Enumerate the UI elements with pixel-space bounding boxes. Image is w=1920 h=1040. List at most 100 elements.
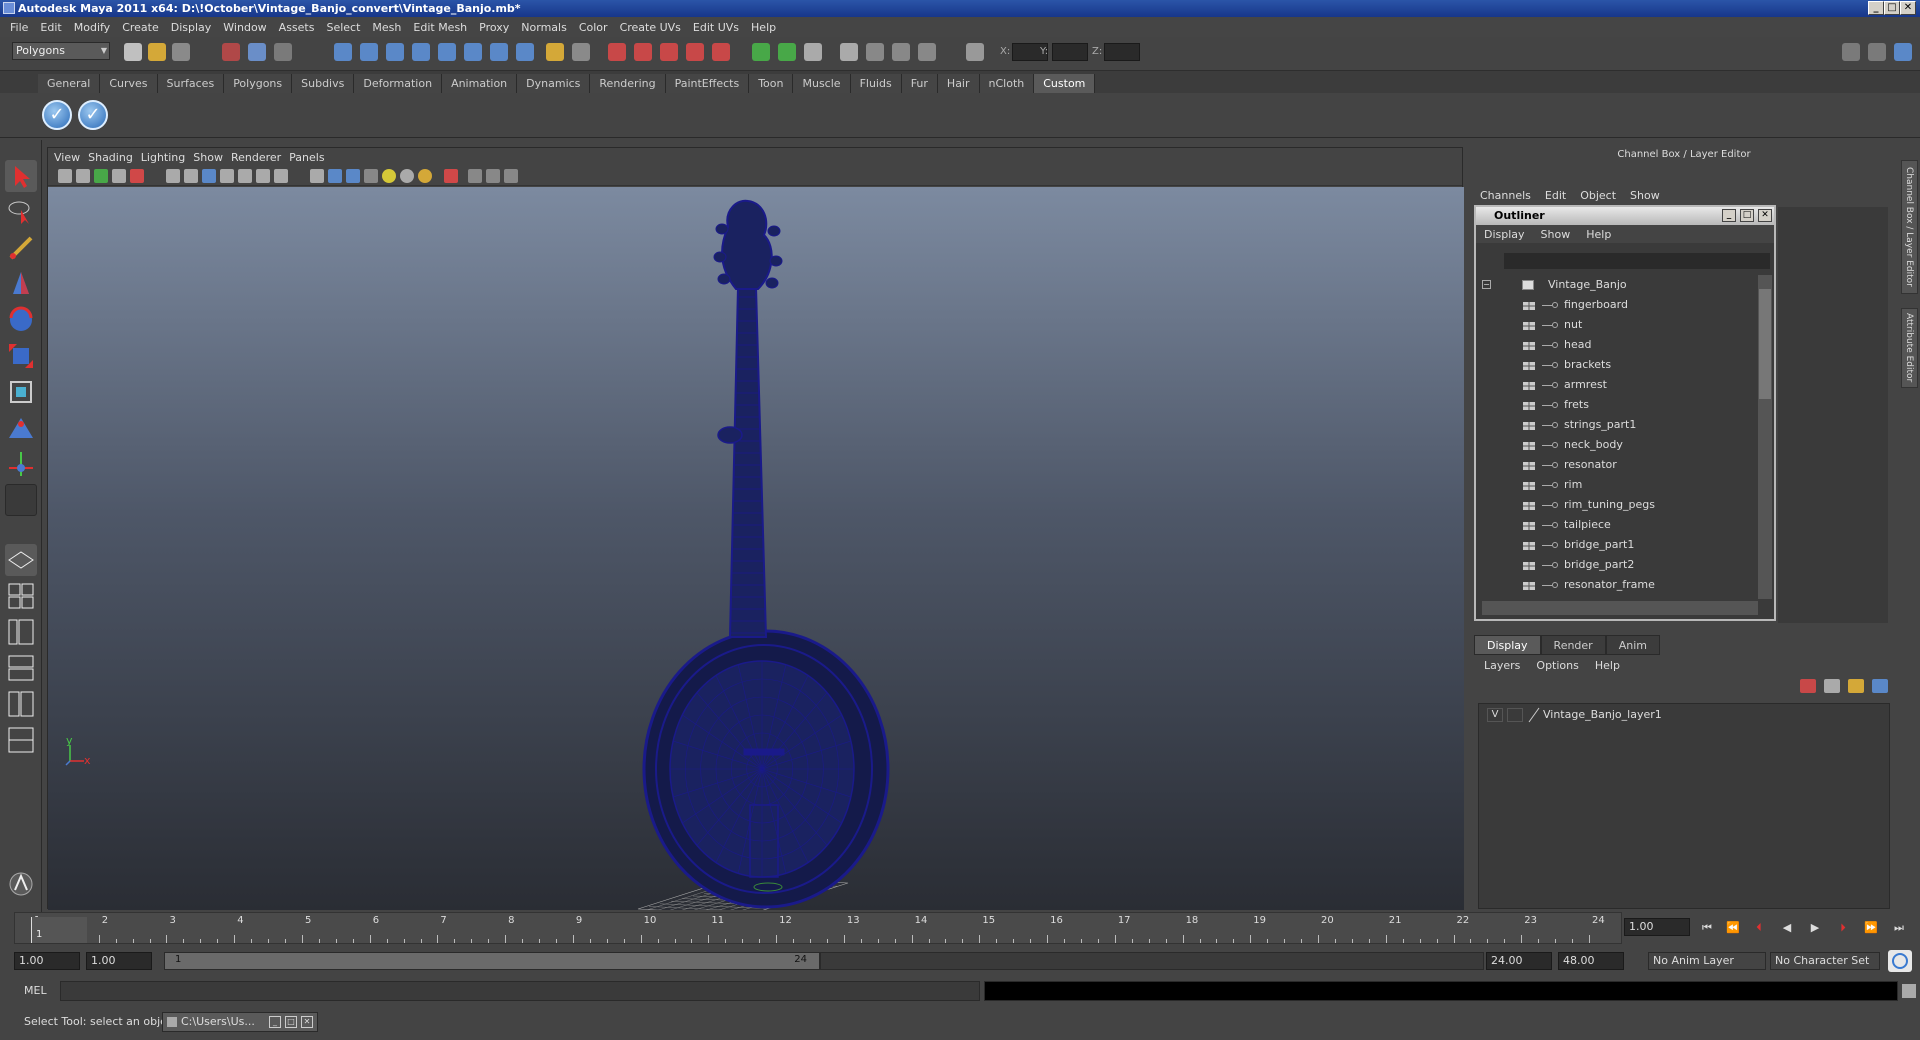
outliner-item[interactable]: fingerboard — [1476, 295, 1756, 315]
shelf-tab-rendering[interactable]: Rendering — [590, 74, 666, 93]
outliner-vscroll[interactable] — [1758, 275, 1772, 599]
shelf-tab-curves[interactable]: Curves — [100, 74, 158, 93]
menu-window[interactable]: Window — [219, 21, 274, 34]
panel-menu-panels[interactable]: Panels — [289, 151, 332, 164]
panel-menu-show[interactable]: Show — [193, 151, 231, 164]
magnet-live-icon[interactable] — [712, 43, 730, 61]
shelf-tab-animation[interactable]: Animation — [442, 74, 518, 93]
outliner-item[interactable]: rim_tuning_pegs — [1476, 495, 1756, 515]
script-editor-icon[interactable] — [1902, 984, 1916, 998]
layout-outliner-persp-icon[interactable] — [5, 616, 37, 648]
outliner-item[interactable]: frets — [1476, 395, 1756, 415]
3d-viewport[interactable]: y x — [48, 187, 1464, 910]
layer-type-toggle[interactable] — [1507, 708, 1523, 722]
panel-menu-lighting[interactable]: Lighting — [141, 151, 193, 164]
snap-surface-icon[interactable] — [438, 43, 456, 61]
2d-pan-zoom-icon[interactable] — [130, 169, 144, 183]
ol-menu-show[interactable]: Show — [1541, 228, 1571, 241]
go-to-start-icon[interactable]: ⏮ — [1698, 920, 1716, 936]
playback-end-field[interactable]: 24.00 — [1486, 952, 1552, 970]
cb-menu-channels[interactable]: Channels — [1480, 189, 1531, 205]
xray-joints-icon[interactable] — [486, 169, 500, 183]
layout-graph-icon[interactable] — [5, 724, 37, 756]
outliner-maximize-button[interactable]: □ — [1740, 209, 1754, 222]
render-current-icon[interactable] — [804, 43, 822, 61]
toolbox-expand-icon[interactable] — [5, 760, 37, 780]
absolute-transform-icon[interactable] — [966, 43, 984, 61]
menu-edit-uvs[interactable]: Edit UVs — [689, 21, 747, 34]
select-object-icon[interactable] — [248, 43, 266, 61]
xray-icon[interactable] — [468, 169, 482, 183]
history-icon[interactable] — [572, 43, 590, 61]
current-time-field[interactable]: 1.00 — [1624, 918, 1690, 936]
save-scene-icon[interactable] — [172, 43, 190, 61]
shelf-check-icon-1[interactable]: ✓ — [42, 100, 72, 130]
shelf-tab-deformation[interactable]: Deformation — [354, 74, 443, 93]
shelf-tab-fur[interactable]: Fur — [901, 74, 938, 93]
grid-icon[interactable] — [166, 169, 180, 183]
select-hierarchy-icon[interactable] — [222, 43, 240, 61]
universal-manipulator-icon[interactable] — [5, 376, 37, 408]
outliner-close-button[interactable]: ✕ — [1758, 209, 1772, 222]
shelf-check-icon-2[interactable]: ✓ — [78, 100, 108, 130]
wireframe-on-shaded-icon[interactable] — [346, 169, 360, 183]
snap-live-icon[interactable] — [464, 43, 482, 61]
z-field[interactable] — [1104, 43, 1140, 61]
outliner-hscroll[interactable] — [1482, 601, 1758, 615]
menu-edit[interactable]: Edit — [36, 21, 69, 34]
snap-curve-icon[interactable] — [360, 43, 378, 61]
time-slider[interactable]: 123456789101112131415161718192021222324 … — [14, 912, 1622, 944]
image-plane-icon[interactable] — [112, 169, 126, 183]
side-tab-attribute-editor[interactable]: Attribute Editor — [1901, 308, 1918, 388]
outliner-item[interactable]: strings_part1 — [1476, 415, 1756, 435]
magnet-point-icon[interactable] — [660, 43, 678, 61]
taskbar-script-window[interactable]: C:\Users\Us... _ □ ✕ — [162, 1012, 318, 1032]
step-back-frame-icon[interactable]: ⏪ — [1724, 920, 1742, 936]
layout-hypershade-icon[interactable] — [5, 688, 37, 720]
outliner-item[interactable]: bridge_part1 — [1476, 535, 1756, 555]
command-input[interactable] — [60, 981, 980, 1001]
render-settings-icon[interactable] — [866, 43, 884, 61]
ol-menu-help[interactable]: Help — [1586, 228, 1611, 241]
safe-action-icon[interactable] — [256, 169, 270, 183]
menu-display[interactable]: Display — [167, 21, 220, 34]
use-all-lights-icon[interactable] — [382, 169, 396, 183]
hypershade-icon[interactable] — [892, 43, 910, 61]
menu-create-uvs[interactable]: Create UVs — [616, 21, 689, 34]
isolate-select-icon[interactable] — [444, 169, 458, 183]
show-manipulator-icon[interactable] — [5, 448, 37, 480]
outliner-item[interactable]: head — [1476, 335, 1756, 355]
scale-tool-icon[interactable] — [5, 340, 37, 372]
animation-start-field[interactable]: 1.00 — [14, 952, 80, 970]
playback-start-field[interactable]: 1.00 — [86, 952, 152, 970]
resolution-gate-icon[interactable] — [202, 169, 216, 183]
layer-row[interactable]: V Vintage_Banjo_layer1 — [1479, 706, 1889, 724]
lasso-tool-icon[interactable] — [5, 196, 37, 228]
cb-menu-object[interactable]: Object — [1580, 189, 1616, 205]
minimize-button[interactable]: _ — [1868, 1, 1884, 15]
step-forward-key-icon[interactable]: ⏵ — [1834, 920, 1852, 936]
y-field[interactable] — [1052, 43, 1088, 61]
outliner-filter-field[interactable] — [1504, 253, 1770, 269]
outliner-item[interactable]: resonator — [1476, 455, 1756, 475]
bookmark-icon[interactable] — [94, 169, 108, 183]
panel-menu-renderer[interactable]: Renderer — [231, 151, 289, 164]
field-chart-icon[interactable] — [238, 169, 252, 183]
ol-menu-display[interactable]: Display — [1484, 228, 1525, 241]
outliner-item[interactable]: bridge_part2 — [1476, 555, 1756, 575]
tab-anim[interactable]: Anim — [1605, 635, 1660, 655]
menu-edit-mesh[interactable]: Edit Mesh — [409, 21, 475, 34]
share-icon[interactable] — [504, 169, 518, 183]
snap-point-icon[interactable] — [386, 43, 404, 61]
current-frame-marker[interactable]: 1 — [31, 917, 87, 943]
shelf-tab-toon[interactable]: Toon — [749, 74, 794, 93]
outliner-vscroll-thumb[interactable] — [1759, 289, 1771, 399]
le-menu-layers[interactable]: Layers — [1484, 659, 1520, 672]
panel-menu-view[interactable]: View — [54, 151, 88, 164]
construction-history-icon[interactable] — [752, 43, 770, 61]
maximize-button[interactable]: □ — [1884, 1, 1900, 15]
menu-help[interactable]: Help — [747, 21, 784, 34]
input-line-icon[interactable] — [918, 43, 936, 61]
gate-mask-icon[interactable] — [220, 169, 234, 183]
attribute-editor-toggle-icon[interactable] — [1842, 43, 1860, 61]
